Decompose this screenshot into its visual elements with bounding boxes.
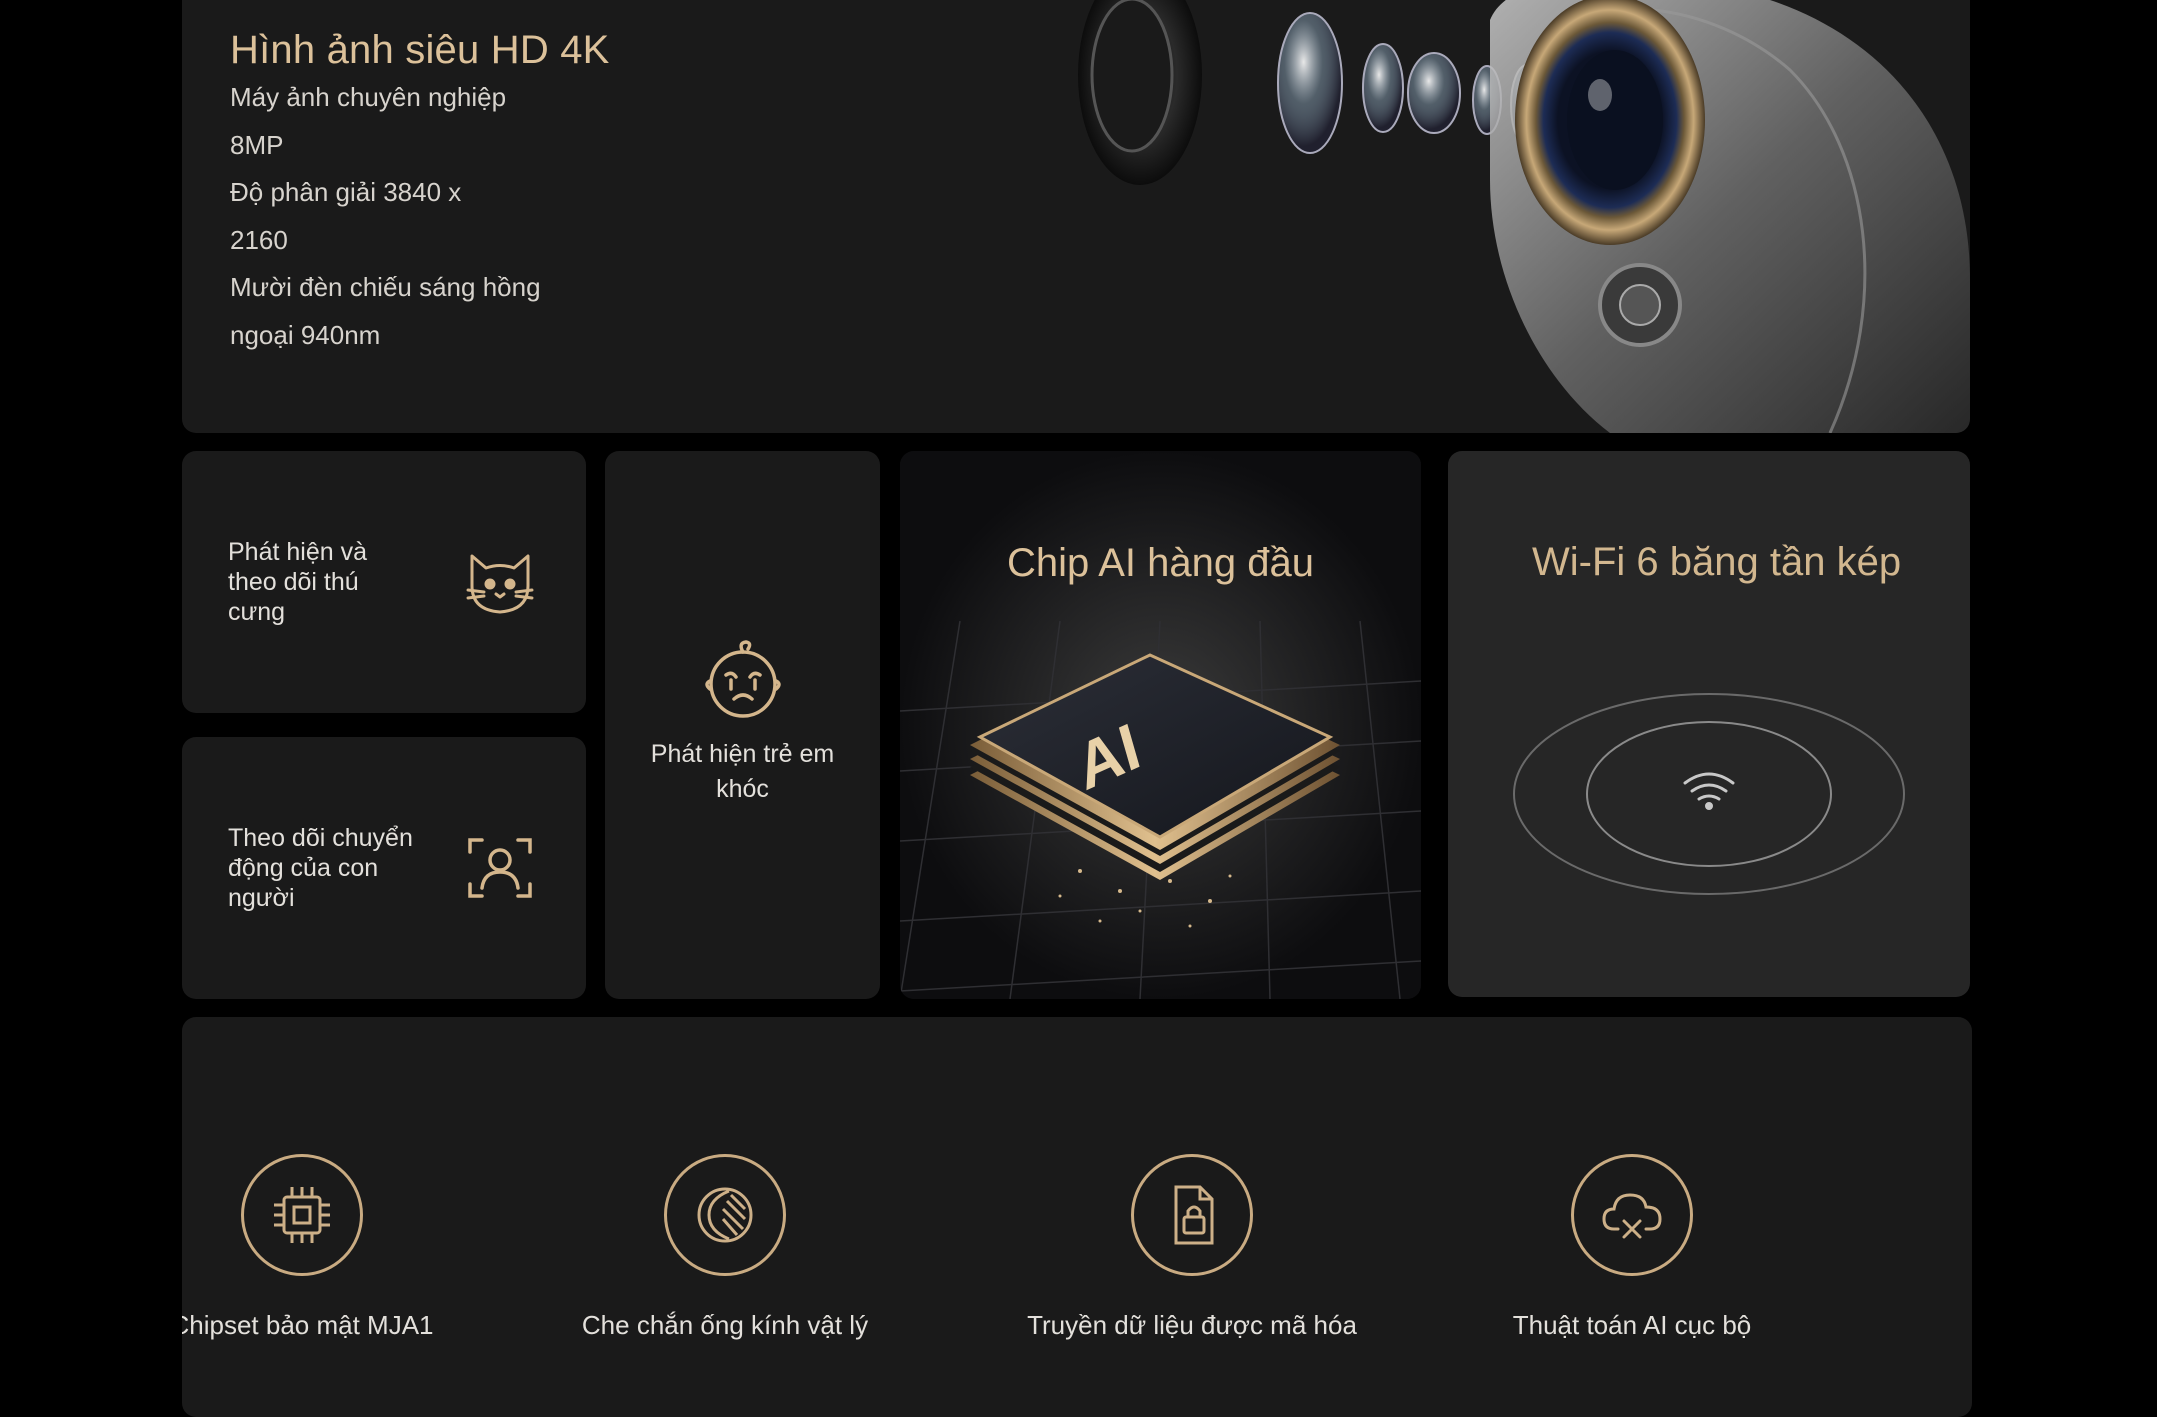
wifi-icon	[1683, 772, 1735, 810]
security-features-card: Chipset bảo mật MJA1 Che chắn ống kính v…	[182, 1017, 1972, 1417]
baby-cry-label: Phát hiện trẻ em khóc	[650, 740, 835, 803]
security-item-chipset: Chipset bảo mật MJA1	[182, 1154, 502, 1341]
wifi-rings-graphic	[1513, 693, 1905, 895]
encrypted-file-icon	[1131, 1154, 1253, 1276]
security-item-label: Chipset bảo mật MJA1	[182, 1310, 434, 1340]
pet-detection-card: Phát hiện và theo dõi thú cưng	[182, 451, 586, 713]
spec-line: 8MP	[230, 129, 284, 160]
spec-line: Độ phân giải 3840 x	[230, 177, 462, 207]
lens-shield-icon	[664, 1154, 786, 1276]
pet-detection-label: Phát hiện và theo dõi thú cưng	[228, 538, 367, 626]
chip-icon	[241, 1154, 363, 1276]
security-item-lens-shield: Che chắn ống kính vật lý	[525, 1154, 925, 1341]
security-item-local-ai: Thuật toán AI cục bộ	[1432, 1154, 1832, 1341]
security-item-label: Truyền dữ liệu được mã hóa	[1027, 1310, 1357, 1340]
ai-chip-image: AI	[900, 451, 1421, 999]
wifi6-card: Wi-Fi 6 băng tần kép	[1448, 451, 1970, 997]
spec-line: ngoại 940nm	[230, 319, 381, 350]
ai-chip-card: Chip AI hàng đầu AI	[900, 451, 1421, 999]
human-motion-label: Theo dõi chuyển động của con người	[228, 824, 413, 912]
ai-chip-title: Chip AI hàng đầu	[1007, 541, 1314, 585]
spec-line: Mười đèn chiếu sáng hồng	[230, 272, 541, 302]
wifi6-title: Wi-Fi 6 băng tần kép	[1532, 540, 1902, 584]
hero-specs: Máy ảnh chuyên nghiệp 8MP Độ phân giải 3…	[230, 74, 570, 359]
crying-baby-icon	[704, 640, 781, 718]
hero-title: Hình ảnh siêu HD 4K	[230, 28, 610, 72]
security-item-label: Thuật toán AI cục bộ	[1512, 1310, 1752, 1340]
spec-line: 2160	[230, 224, 288, 255]
cat-face-icon	[466, 554, 534, 614]
security-item-encryption: Truyền dữ liệu được mã hóa	[992, 1154, 1392, 1341]
human-motion-card: Theo dõi chuyển động của con người	[182, 737, 586, 999]
hero-camera-card: Hình ảnh siêu HD 4K Máy ảnh chuyên nghiệ…	[182, 0, 1970, 433]
exploded-lens-image	[1078, 0, 1970, 433]
baby-cry-card: Phát hiện trẻ em khóc	[605, 451, 880, 999]
cloud-off-icon	[1571, 1154, 1693, 1276]
person-scan-icon	[468, 838, 532, 898]
spec-line: Máy ảnh chuyên nghiệp	[230, 82, 507, 112]
security-item-label: Che chắn ống kính vật lý	[581, 1310, 869, 1340]
